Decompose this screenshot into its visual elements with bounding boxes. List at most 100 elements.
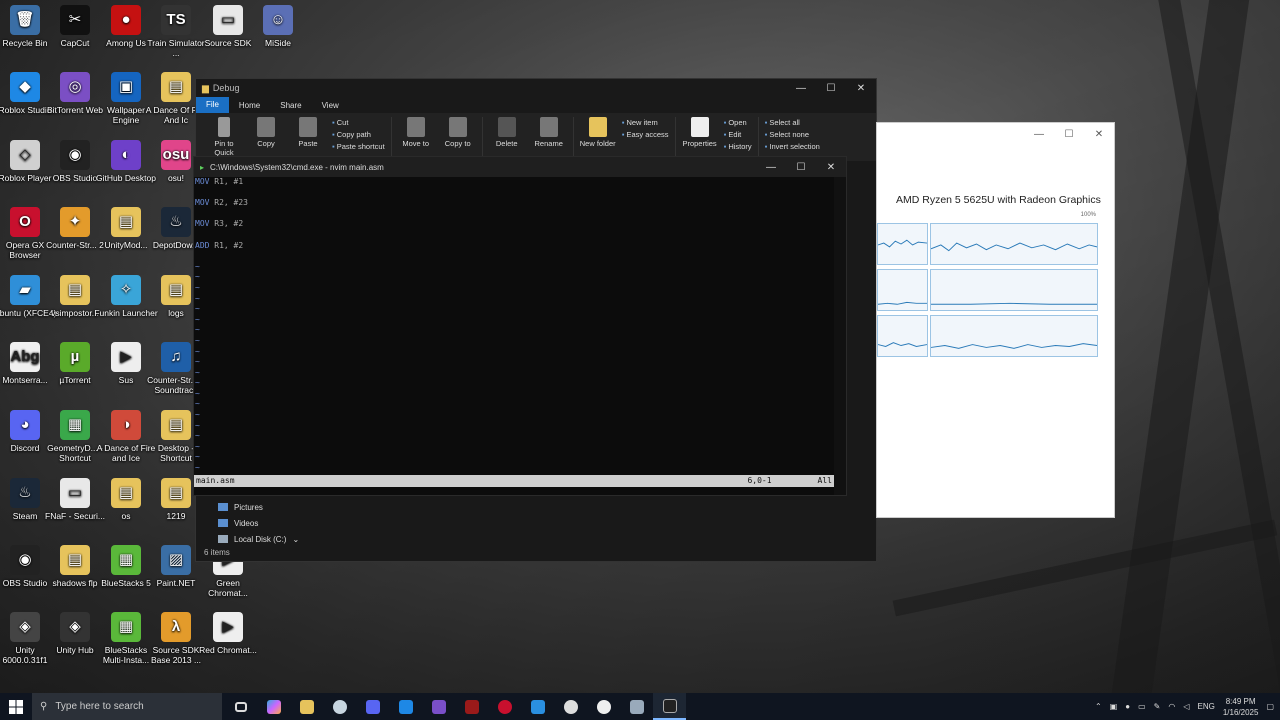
pen-icon[interactable]: ✎ bbox=[1154, 702, 1161, 711]
app-icon: ◉ bbox=[10, 545, 40, 575]
taskbar-discord[interactable] bbox=[356, 693, 389, 720]
clock-time: 8:49 PM bbox=[1225, 696, 1256, 706]
chevron-down-icon[interactable]: ⌄ bbox=[292, 535, 299, 544]
volume-icon[interactable]: ◁ bbox=[1183, 702, 1189, 711]
edit-button[interactable]: Edit bbox=[724, 130, 752, 139]
app-icon: ♨ bbox=[10, 478, 40, 508]
taskbar-opera-gx[interactable] bbox=[488, 693, 521, 720]
move-to-button[interactable]: Move to bbox=[398, 117, 434, 148]
task-manager-window[interactable]: — ☐ ✕ AMD Ryzen 5 5625U with Radeon Grap… bbox=[876, 122, 1115, 518]
cpu-graph bbox=[877, 269, 928, 311]
tab-home[interactable]: Home bbox=[229, 101, 270, 110]
taskbar-terminal[interactable] bbox=[653, 693, 686, 720]
app-icon: ☺ bbox=[263, 5, 293, 35]
delete-button[interactable]: Delete bbox=[489, 117, 525, 148]
history-button[interactable]: History bbox=[724, 142, 751, 151]
empty-line-marker: ~ bbox=[195, 335, 200, 345]
terminal-title-bar[interactable]: ▸ C:\Windows\System32\cmd.exe - nvim mai… bbox=[194, 157, 846, 177]
search-box[interactable]: ⚲ Type here to search bbox=[32, 693, 222, 720]
desktop-icon-red-chromat[interactable]: ▶ Red Chromat... bbox=[196, 612, 260, 655]
rename-button[interactable]: Rename bbox=[531, 117, 567, 148]
open-button[interactable]: Open bbox=[724, 118, 752, 127]
battery-icon[interactable]: ▭ bbox=[1138, 702, 1146, 711]
copy-path-button[interactable]: Copy path bbox=[332, 130, 385, 139]
paste-shortcut-button[interactable]: Paste shortcut bbox=[332, 142, 385, 151]
animate-icon bbox=[464, 699, 479, 714]
notification-icon[interactable]: ▢ bbox=[1266, 702, 1274, 711]
tab-share[interactable]: Share bbox=[270, 101, 311, 110]
terminal-title: C:\Windows\System32\cmd.exe - nvim main.… bbox=[210, 162, 384, 172]
drive-icon bbox=[218, 535, 228, 543]
wifi-icon[interactable]: ◠ bbox=[1168, 702, 1175, 711]
asm-operands: R1, #2 bbox=[209, 240, 244, 250]
new-folder-button[interactable]: New folder bbox=[580, 117, 616, 148]
editor-buffer[interactable]: MOV R1, #1 MOV R2, #23 MOV R3, #2 ADD R1, #… bbox=[194, 177, 834, 483]
terminal-window[interactable]: ▸ C:\Windows\System32\cmd.exe - nvim mai… bbox=[193, 156, 847, 496]
task-manager-title-bar[interactable]: — ☐ ✕ bbox=[877, 123, 1114, 145]
cpu-graph bbox=[930, 223, 1098, 265]
paste-button[interactable]: Paste bbox=[290, 117, 326, 148]
select-all-button[interactable]: Select all bbox=[765, 118, 820, 127]
app-icon: ✦ bbox=[60, 207, 90, 237]
minimize-button[interactable]: — bbox=[786, 83, 816, 94]
app-icon: ▤ bbox=[161, 72, 191, 102]
taskbar-vscode[interactable] bbox=[521, 693, 554, 720]
app-icon: ✂ bbox=[60, 5, 90, 35]
delete-icon bbox=[497, 117, 516, 137]
app-icon: ♫ bbox=[161, 342, 191, 372]
pictures-icon bbox=[218, 503, 228, 511]
app-icon: 🗑 bbox=[10, 5, 40, 35]
taskbar-file-explorer[interactable] bbox=[290, 693, 323, 720]
app-icon: ▤ bbox=[111, 478, 141, 508]
videos-icon bbox=[218, 519, 228, 527]
taskbar-copilot[interactable] bbox=[257, 693, 290, 720]
microphone-icon[interactable]: ● bbox=[1125, 702, 1130, 711]
empty-line-marker: ~ bbox=[195, 314, 200, 324]
start-button[interactable] bbox=[0, 693, 32, 720]
close-button[interactable]: ✕ bbox=[846, 83, 876, 94]
taskbar-github-desktop[interactable] bbox=[587, 693, 620, 720]
nav-item-local-disk[interactable]: Local Disk (C:) ⌄ bbox=[218, 531, 299, 547]
explorer-title-bar[interactable]: ▆ Debug — ☐ ✕ bbox=[196, 79, 876, 97]
desktop-icon-miside[interactable]: ☺ MiSide bbox=[246, 5, 310, 48]
cut-button[interactable]: Cut bbox=[332, 118, 385, 127]
maximize-button[interactable]: ☐ bbox=[786, 162, 816, 173]
task-view-button[interactable] bbox=[224, 693, 257, 720]
language-indicator[interactable]: ENG bbox=[1198, 702, 1215, 711]
invert-selection-button[interactable]: Invert selection bbox=[765, 142, 819, 151]
desktop-icon-label: MiSide bbox=[265, 38, 291, 48]
taskbar-visual-studio[interactable] bbox=[422, 693, 455, 720]
windows-icon bbox=[9, 699, 23, 714]
empty-line-marker: ~ bbox=[195, 346, 200, 356]
vim-status-line: main.asm 6,0-1 All bbox=[194, 475, 834, 487]
taskbar-animate[interactable] bbox=[455, 693, 488, 720]
system-tray: ⌃ ▣ ● ▭ ✎ ◠ ◁ ENG 8:49 PM 1/16/2025 ▢ bbox=[1095, 696, 1280, 718]
chevron-up-icon[interactable]: ⌃ bbox=[1095, 702, 1102, 711]
nav-item-pictures[interactable]: Pictures bbox=[218, 499, 299, 515]
tray-app-icon[interactable]: ▣ bbox=[1110, 702, 1118, 711]
scrollbar[interactable] bbox=[834, 177, 846, 495]
copy-to-button[interactable]: Copy to bbox=[440, 117, 476, 148]
close-button[interactable]: ✕ bbox=[1084, 129, 1114, 140]
asm-operands: R2, #23 bbox=[209, 198, 248, 208]
nav-item-videos[interactable]: Videos bbox=[218, 515, 299, 531]
empty-line-marker: ~ bbox=[195, 441, 200, 451]
maximize-button[interactable]: ☐ bbox=[1054, 129, 1084, 140]
cmd-icon: ▸ bbox=[200, 162, 205, 172]
maximize-button[interactable]: ☐ bbox=[816, 83, 846, 94]
easy-access-button[interactable]: Easy access bbox=[622, 130, 668, 139]
tab-file[interactable]: File bbox=[196, 97, 229, 113]
taskbar-wallpaper-engine[interactable] bbox=[389, 693, 422, 720]
tab-view[interactable]: View bbox=[312, 101, 349, 110]
taskbar-task-manager[interactable] bbox=[620, 693, 653, 720]
select-none-button[interactable]: Select none bbox=[765, 130, 820, 139]
taskbar-steam[interactable] bbox=[323, 693, 356, 720]
close-button[interactable]: ✕ bbox=[816, 162, 846, 173]
properties-button[interactable]: Properties bbox=[682, 117, 718, 148]
clock[interactable]: 8:49 PM 1/16/2025 bbox=[1223, 696, 1259, 718]
minimize-button[interactable]: — bbox=[1024, 129, 1054, 140]
new-item-button[interactable]: New item bbox=[622, 118, 669, 127]
taskbar-app-bird[interactable] bbox=[554, 693, 587, 720]
minimize-button[interactable]: — bbox=[756, 162, 786, 173]
copy-button[interactable]: Copy bbox=[248, 117, 284, 148]
